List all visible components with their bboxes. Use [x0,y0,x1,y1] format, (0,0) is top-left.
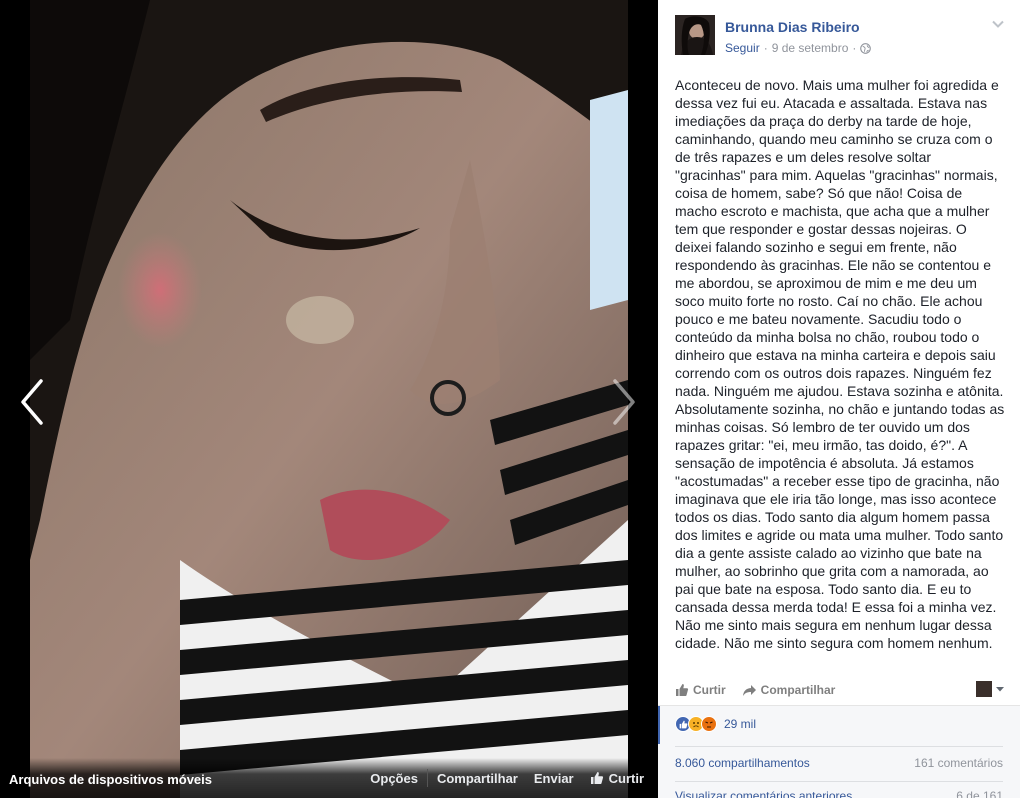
share-label: Compartilhar [760,683,836,697]
divider [675,781,1003,782]
thumbs-up-icon [590,772,603,784]
photo-viewer: Arquivos de dispositivos móveis Opções C… [0,0,658,798]
avatar-image [675,15,715,55]
small-avatar [976,681,992,697]
next-photo-button[interactable] [606,372,642,432]
chevron-right-icon [613,379,635,425]
reactions-section: 29 mil 8.060 compartilhamentos 161 comen… [658,705,1020,798]
author-name-link[interactable]: Brunna Dias Ribeiro [725,19,860,35]
angry-reaction-icon [701,716,717,732]
divider [675,746,1003,747]
like-button[interactable]: Curtir [675,683,726,697]
view-previous-comments-link[interactable]: Visualizar comentários anteriores [675,789,852,798]
share-arrow-icon [742,684,756,696]
share-button[interactable]: Compartilhar [742,683,836,697]
avatar[interactable] [675,15,715,55]
caret-down-icon [996,687,1004,692]
meta-separator: · [763,41,768,55]
reaction-icons [675,716,717,732]
reaction-count: 29 mil [724,717,757,731]
album-title-link[interactable]: Arquivos de dispositivos móveis [9,772,212,787]
meta-separator: · [852,41,857,55]
reaction-summary[interactable]: 29 mil [675,716,756,732]
previous-photo-button[interactable] [14,372,50,432]
share-photo-button[interactable]: Compartilhar [437,771,518,786]
like-photo-label: Curtir [608,770,644,786]
post-meta: Seguir · 9 de setembro · [725,41,872,55]
post-header: Brunna Dias Ribeiro Seguir · 9 de setemb… [675,15,1005,59]
post-text: Aconteceu de novo. Mais uma mulher foi a… [675,77,1005,651]
send-button[interactable]: Enviar [534,771,574,786]
photo-image [30,0,628,798]
divider [426,769,428,787]
photo[interactable] [30,0,628,798]
thumbs-up-icon [676,684,689,696]
follow-button[interactable]: Seguir [725,41,760,55]
post-action-bar: Curtir Compartilhar [675,680,1005,700]
comment-pager: 6 de 161 [956,789,1003,798]
post-panel: Brunna Dias Ribeiro Seguir · 9 de setemb… [658,0,1020,798]
globe-icon[interactable] [860,42,872,54]
chevron-down-icon[interactable] [991,17,1005,31]
post-date-link[interactable]: 9 de setembro [772,41,849,55]
like-label: Curtir [693,683,726,697]
comments-count-link[interactable]: 161 comentários [914,756,1003,770]
chevron-left-icon [21,379,43,425]
options-button[interactable]: Opções [370,771,418,786]
photo-actions: Opções Compartilhar Enviar Curtir [370,769,644,787]
like-photo-button[interactable]: Curtir [590,771,644,786]
commenter-selector[interactable] [976,681,1005,697]
shares-count-link[interactable]: 8.060 compartilhamentos [675,756,810,770]
photo-footer-bar: Arquivos de dispositivos móveis Opções C… [0,758,658,798]
